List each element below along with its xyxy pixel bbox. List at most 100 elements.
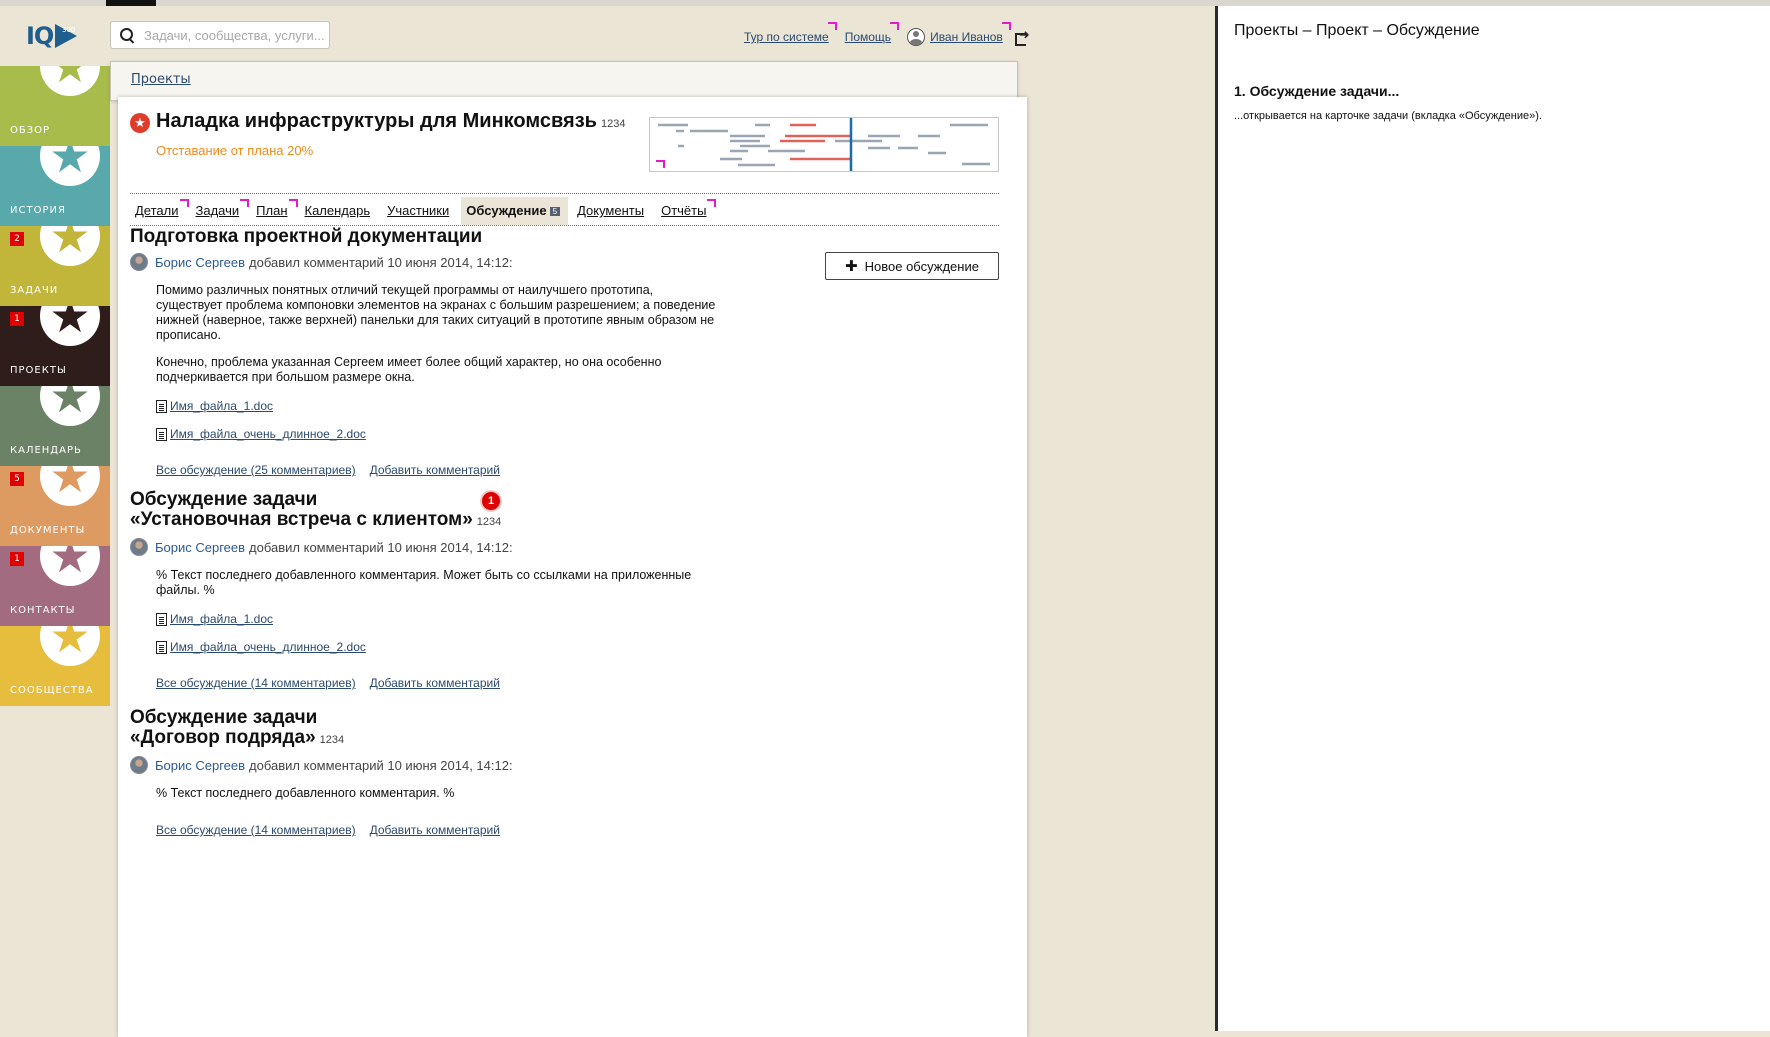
sidebar-badge: 2 (10, 232, 24, 246)
tab[interactable]: Участники (382, 197, 457, 225)
author-link[interactable]: Борис Сергеев (155, 540, 245, 555)
pin-icon[interactable] (179, 199, 189, 207)
sidebar-item-label: ЗАДАЧИ (10, 285, 59, 296)
tab-label: Участники (387, 203, 450, 218)
sidebar-item-label: ДОКУМЕНТЫ (10, 525, 86, 536)
tab[interactable]: Календарь (300, 197, 379, 225)
sidebar-item-label: ИСТОРИЯ (10, 205, 66, 216)
add-comment-link[interactable]: Добавить комментарий (370, 676, 500, 690)
discussion-title[interactable]: Подготовка проектной документации (130, 227, 830, 247)
sidebar-item-label: ПРОЕКТЫ (10, 365, 67, 376)
comment-meta-text: добавил комментарий 10 июня 2014, 14:12: (249, 254, 513, 270)
comment-meta-text: добавил комментарий 10 июня 2014, 14:12: (249, 539, 513, 555)
attachment: Имя_файла_очень_длинное_2.doc (156, 640, 830, 654)
discussion-item: Подготовка проектной документации Борис С… (130, 227, 830, 477)
tab[interactable]: План (251, 197, 298, 225)
comment-meta: Борис Сергеев добавил комментарий 10 июня… (130, 253, 830, 271)
sidebar-item-label: ОБЗОР (10, 125, 51, 136)
help-link[interactable]: Помощь (845, 30, 891, 44)
logout-icon[interactable] (1014, 27, 1030, 46)
comment-body: Помимо различных понятных отличий текуще… (156, 283, 716, 385)
comment-paragraph: % Текст последнего добавленного коммента… (156, 568, 692, 597)
tour-link[interactable]: Тур по системе (744, 30, 829, 44)
tab-bar: Детали Задачи План Календарь Участники Обсужд… (130, 197, 718, 225)
annotation-panel: Проекты – Проект – Обсуждение 1. Обсужде… (1215, 6, 1770, 1031)
new-discussion-button[interactable]: ✚ Новое обсуждение (825, 252, 999, 280)
star-circle-icon: ★ (40, 306, 100, 346)
project-count: 1234 (600, 118, 626, 130)
annotation-heading: 1. Обсуждение задачи... (1234, 83, 1400, 99)
unread-count-badge: 1 (482, 492, 500, 510)
logo[interactable]: IQ 300 (26, 20, 78, 52)
search-input[interactable] (142, 26, 326, 44)
pin-icon[interactable] (827, 22, 837, 30)
star-circle-icon: ★ (40, 546, 100, 586)
tour-link-wrap: Тур по системе (744, 22, 837, 44)
document-icon (156, 427, 167, 441)
tab[interactable]: Обсуждение 5 (461, 197, 569, 225)
comment-body: % Текст последнего добавленного коммента… (156, 568, 716, 598)
top-links: Тур по системе Помощь Иван Иванов (744, 22, 1030, 46)
sidebar-item[interactable]: ★ 1 КОНТАКТЫ (0, 546, 110, 626)
tab[interactable]: Документы (572, 197, 652, 225)
user-avatar[interactable] (130, 538, 148, 556)
pin-icon[interactable] (656, 160, 665, 168)
user-link-wrap: Иван Иванов (930, 22, 1011, 44)
sidebar-badge: 1 (10, 552, 24, 566)
all-comments-link[interactable]: Все обсуждение (14 комментариев) (156, 823, 356, 837)
sidebar-badge: 5 (10, 472, 24, 486)
discussion-item: Обсуждение задачи «Договор подряда» 1234 Бо… (130, 708, 830, 837)
tab[interactable]: Отчёты (656, 197, 717, 225)
attachment-link[interactable]: Имя_файла_1.doc (170, 399, 273, 413)
tab-label: Обсуждение (466, 203, 547, 218)
search-box[interactable] (110, 21, 330, 49)
star-icon[interactable]: ★ (130, 113, 150, 133)
sidebar-item[interactable]: ★ ОБЗОР (0, 66, 110, 146)
tab-label: Детали (135, 203, 179, 218)
user-avatar[interactable] (130, 756, 148, 774)
pin-icon[interactable] (240, 199, 250, 207)
document-icon (156, 399, 167, 413)
discussion-title-line1: Подготовка проектной документации (130, 226, 483, 247)
sidebar-item[interactable]: ★ 1 ПРОЕКТЫ (0, 306, 110, 386)
sidebar-badge: 1 (10, 312, 24, 326)
pin-icon[interactable] (707, 199, 717, 207)
author-link[interactable]: Борис Сергеев (155, 255, 245, 270)
pin-icon[interactable] (1001, 22, 1011, 30)
pin-icon[interactable] (288, 199, 298, 207)
comment-meta: Борис Сергеев добавил комментарий 10 июня… (130, 756, 830, 774)
pin-icon[interactable] (890, 22, 900, 30)
sidebar-item[interactable]: ★ ИСТОРИЯ (0, 146, 110, 226)
sidebar-item[interactable]: ★ 2 ЗАДАЧИ (0, 226, 110, 306)
attachment-link[interactable]: Имя_файла_очень_длинное_2.doc (170, 427, 366, 441)
star-icon: ★ (49, 66, 91, 92)
discussion-title-line2: «Договор подряда» (130, 727, 316, 748)
project-card: ★ Наладка инфраструктуры для Минкомсвязь… (118, 97, 1027, 1037)
discussion-count: 1234 (319, 734, 345, 746)
star-icon: ★ (49, 226, 91, 262)
star-circle-icon: ★ (40, 626, 100, 666)
sidebar-item[interactable]: ★ СООБЩЕСТВА (0, 626, 110, 706)
star-icon: ★ (49, 626, 91, 662)
breadcrumb-projects-link[interactable]: Проекты (131, 72, 191, 87)
author-link[interactable]: Борис Сергеев (155, 758, 245, 773)
discussion-title[interactable]: Обсуждение задачи «Договор подряда» 1234 (130, 708, 830, 750)
sidebar-item[interactable]: ★ КАЛЕНДАРЬ (0, 386, 110, 466)
all-comments-link[interactable]: Все обсуждение (25 комментариев) (156, 463, 356, 477)
add-comment-link[interactable]: Добавить комментарий (370, 463, 500, 477)
attachment-link[interactable]: Имя_файла_очень_длинное_2.doc (170, 640, 366, 654)
search-icon (120, 28, 134, 42)
attachment-link[interactable]: Имя_файла_1.doc (170, 612, 273, 626)
tab[interactable]: Задачи (191, 197, 250, 225)
tab[interactable]: Детали (130, 197, 189, 225)
add-comment-link[interactable]: Добавить комментарий (370, 823, 500, 837)
user-avatar-icon[interactable] (907, 28, 926, 46)
sidebar-item[interactable]: ★ 5 ДОКУМЕНТЫ (0, 466, 110, 546)
star-circle-icon: ★ (40, 226, 100, 266)
new-discussion-label: Новое обсуждение (864, 258, 979, 274)
discussion-title[interactable]: Обсуждение задачи «Установочная встреча с… (130, 490, 830, 532)
all-comments-link[interactable]: Все обсуждение (14 комментариев) (156, 676, 356, 690)
user-avatar[interactable] (130, 253, 148, 271)
user-name-link[interactable]: Иван Иванов (930, 30, 1003, 44)
gantt-preview[interactable] (649, 117, 999, 172)
